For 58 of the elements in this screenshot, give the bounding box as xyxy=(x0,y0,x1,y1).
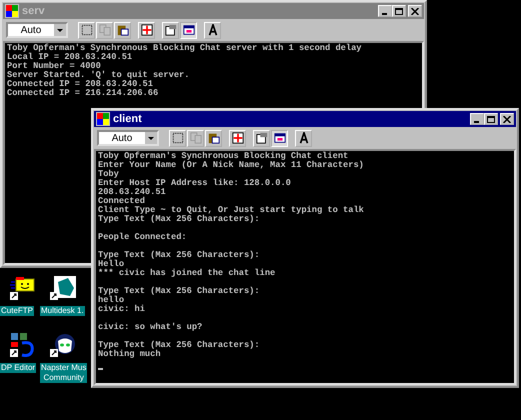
desktop-icon-label[interactable]: Napster Mus Community xyxy=(40,363,88,383)
console-line: People Connected: xyxy=(98,233,188,242)
console-line: Connected IP = 208.63.240.51 xyxy=(7,80,154,89)
console-line: civic: so what's up? xyxy=(98,323,204,332)
desktop-icon-label[interactable]: DP Editor xyxy=(0,363,36,373)
maximize-icon xyxy=(395,8,403,14)
maximize-icon xyxy=(487,116,495,122)
console-line: civic: hi xyxy=(98,305,146,314)
console-line: Enter Your Name (Or A Nick Name, Max 11 Characters) xyxy=(98,161,365,170)
page-icon[interactable] xyxy=(50,276,76,300)
desktop-icon-label[interactable]: Multidesk 1. xyxy=(40,306,85,316)
properties-button[interactable] xyxy=(162,22,179,38)
console-line: Local IP = 208.63.240.51 xyxy=(7,53,134,62)
console-line: Type Text (Max 256 Characters): xyxy=(98,287,261,296)
ms-dos-icon xyxy=(96,112,110,126)
smiley-folder-icon[interactable] xyxy=(10,276,36,300)
console-line: Enter Host IP Address like: 128.0.0.0 xyxy=(98,179,292,188)
console-line: *** civic has joined the chat line xyxy=(98,269,276,278)
console-line: Connected IP = 216.214.206.66 xyxy=(7,89,160,98)
desktop-icon-label[interactable]: CuteFTP xyxy=(0,306,34,316)
close-button[interactable] xyxy=(500,113,514,125)
console-line: Type Text (Max 256 Characters): xyxy=(98,251,261,260)
properties-button[interactable] xyxy=(253,130,270,146)
close-button[interactable] xyxy=(408,5,422,17)
close-icon xyxy=(411,8,419,14)
console-line: Toby xyxy=(98,170,120,179)
minimize-button[interactable] xyxy=(378,5,392,17)
font-button[interactable] xyxy=(295,130,312,146)
ms-dos-icon xyxy=(5,4,19,18)
console-line: Client Type ~ to Quit, Or Just start typing to talk xyxy=(98,206,365,215)
maximize-button[interactable] xyxy=(392,5,406,17)
console-line: Type Text (Max 256 Characters): xyxy=(98,215,261,224)
window-title: client xyxy=(113,113,142,125)
console-line: Port Number = 4000 xyxy=(7,62,101,71)
fullscreen-button[interactable] xyxy=(138,22,155,38)
console-line: Server Started. 'Q' to quit server. xyxy=(7,71,190,80)
minimize-button[interactable] xyxy=(470,113,484,125)
font-size-dropdown[interactable]: Auto xyxy=(6,22,68,38)
maximize-button[interactable] xyxy=(484,113,498,125)
mark-button[interactable] xyxy=(169,130,186,146)
paste-button[interactable] xyxy=(114,22,131,38)
fullscreen-button[interactable] xyxy=(229,130,246,146)
mark-button[interactable] xyxy=(78,22,95,38)
font-button[interactable] xyxy=(204,22,221,38)
console-line: Nothing much xyxy=(98,350,162,359)
paste-button[interactable] xyxy=(205,130,222,146)
console-line: Type Text (Max 256 Characters): xyxy=(98,341,261,350)
console-line: Hello xyxy=(98,260,124,269)
window-title: serv xyxy=(22,5,45,17)
console-line: 208.63.240.51 xyxy=(98,188,167,197)
editor-app-icon[interactable] xyxy=(10,333,36,357)
console-line: Toby Opferman's Synchronous Blocking Chat server with 1 second delay xyxy=(7,44,363,53)
console-line: Connected xyxy=(98,197,146,206)
font-size-dropdown[interactable]: Auto xyxy=(97,130,159,146)
console-line: Toby Opferman's Synchronous Blocking Chat client xyxy=(98,152,348,161)
close-icon xyxy=(503,116,511,122)
cat-head-icon[interactable] xyxy=(50,333,76,357)
console-line: hello xyxy=(98,296,124,305)
